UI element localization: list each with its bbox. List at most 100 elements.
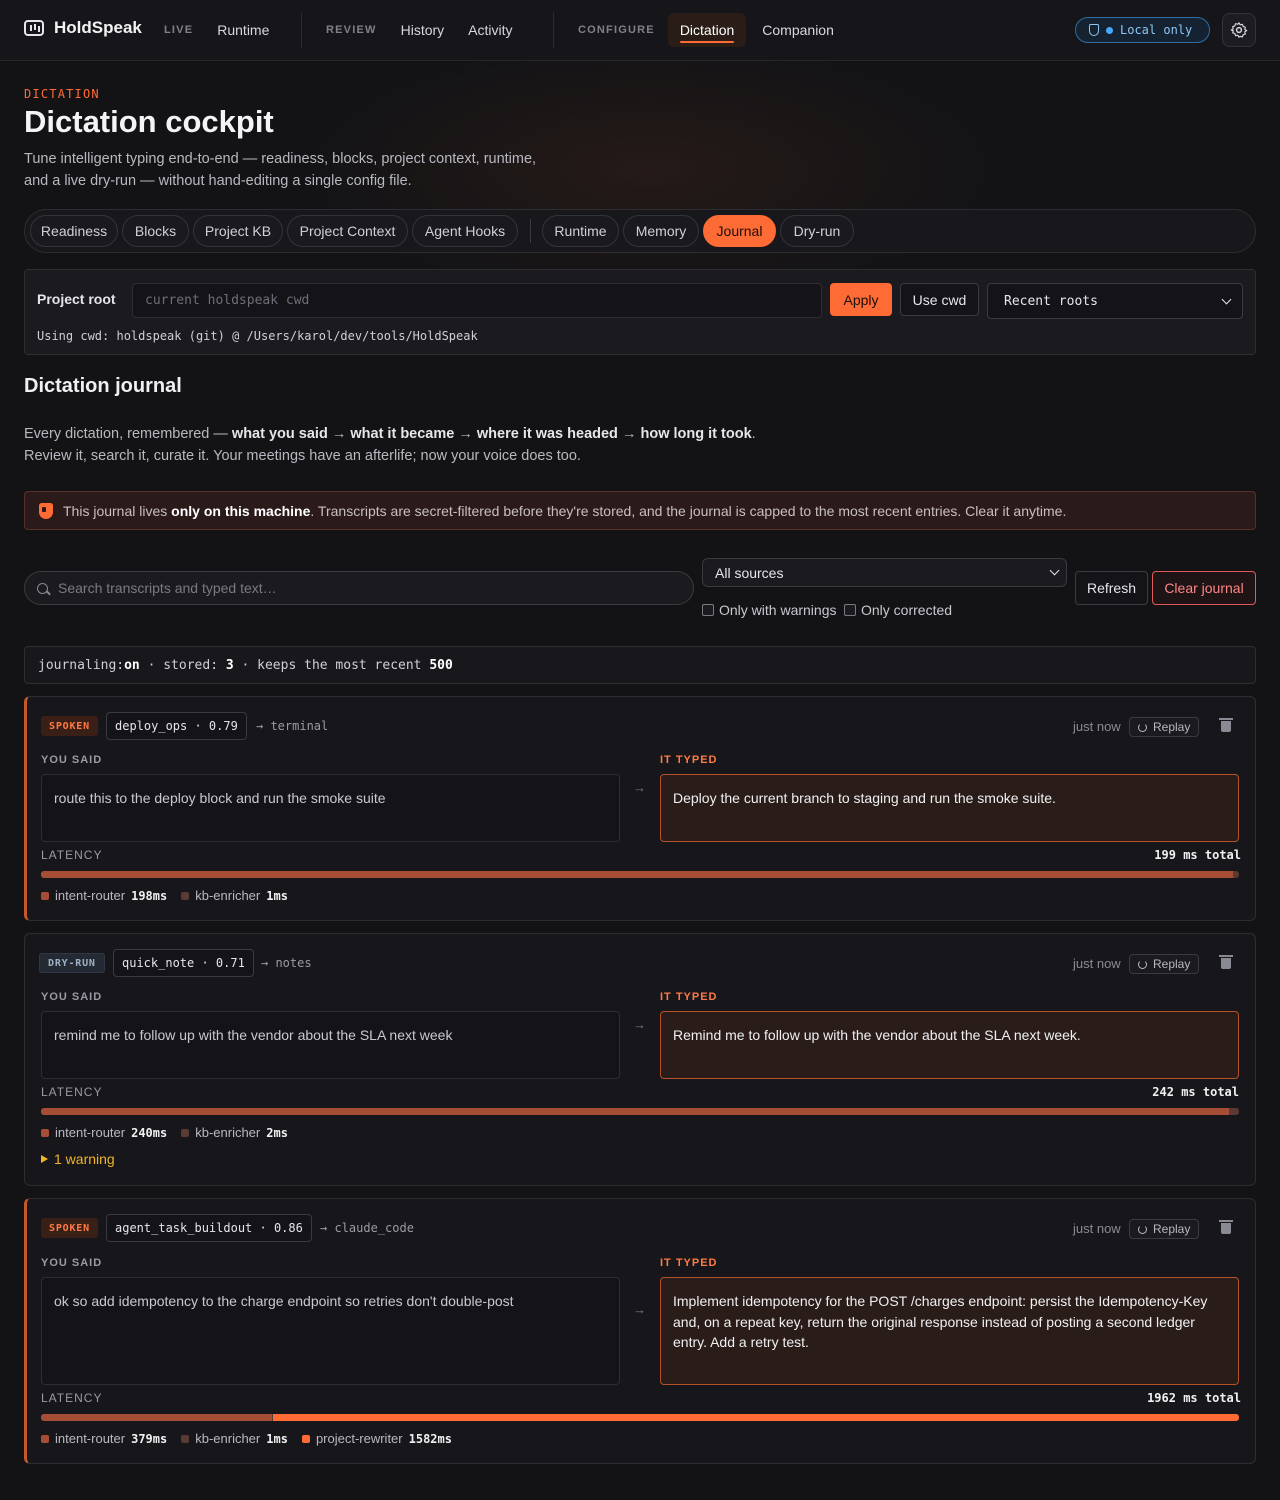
entry-timestamp: just now (1073, 956, 1121, 971)
apply-button[interactable]: Apply (830, 283, 892, 316)
journal-entry: DRY-RUN quick_note · 0.71 → notes just n… (24, 933, 1256, 1186)
project-root-input[interactable] (132, 283, 822, 318)
desc-said: what you said (231, 426, 328, 442)
legend-stage-name: kb-enricher (195, 1125, 261, 1140)
tab-runtime[interactable]: Runtime (542, 215, 619, 247)
replay-button[interactable]: Replay (1129, 717, 1200, 737)
latency-legend: intent-router 240ms kb-enricher 2ms (41, 1125, 296, 1140)
replay-icon (1138, 959, 1147, 969)
replay-icon (1138, 722, 1147, 732)
typed-text: Implement idempotency for the POST /char… (660, 1277, 1239, 1385)
latency-label: LATENCY (41, 1391, 103, 1405)
only-corrected-checkbox[interactable]: Only corrected (844, 602, 952, 618)
legend-stage-ms: 379ms (131, 1431, 168, 1446)
local-only-badge: Local only (1075, 17, 1210, 43)
page-eyebrow: DICTATION (24, 87, 100, 101)
settings-button[interactable] (1222, 13, 1256, 47)
status-dot-icon (1106, 26, 1113, 34)
nav-link-runtime[interactable]: Runtime (205, 13, 281, 47)
desc-prefix: Every dictation, remembered — (24, 426, 232, 442)
nav-link-history[interactable]: History (389, 13, 457, 47)
trash-icon[interactable] (1219, 1220, 1233, 1234)
nav-link-activity[interactable]: Activity (456, 13, 524, 47)
typed-text: Remind me to follow up with the vendor a… (660, 1011, 1239, 1079)
latency-segment-kb-enricher (1229, 1108, 1239, 1115)
legend-stage-name: intent-router (55, 1431, 126, 1446)
legend-swatch (181, 1434, 190, 1443)
project-root-label: Project root (37, 291, 116, 307)
latency-total: 1962 ms total (1147, 1391, 1241, 1405)
desc-line2: Review it, search it, curate it. Your me… (24, 448, 581, 464)
checkbox-icon[interactable] (702, 604, 714, 616)
legend-swatch (41, 1434, 49, 1443)
stats-stored-value: 3 (225, 657, 234, 673)
legend-stage-ms: 1ms (266, 1431, 288, 1446)
refresh-button[interactable]: Refresh (1075, 571, 1148, 605)
you-said-label: YOU SAID (41, 991, 103, 1003)
latency-segment-kb-enricher (1232, 871, 1239, 878)
tab-agent-hooks[interactable]: Agent Hooks (412, 215, 518, 247)
desc-became: what it became (350, 426, 455, 442)
search-input[interactable] (58, 580, 658, 596)
latency-total: 199 ms total (1154, 848, 1241, 862)
nav-divider (301, 12, 302, 48)
replay-icon (1138, 1224, 1147, 1234)
desc-arrow: → (617, 426, 641, 442)
replay-button[interactable]: Replay (1129, 954, 1200, 974)
replay-button[interactable]: Replay (1129, 1219, 1200, 1239)
entry-timestamp: just now (1073, 719, 1121, 734)
page-subtitle: Tune intelligent typing end-to-end — rea… (24, 148, 584, 192)
nav-link-dictation[interactable]: Dictation (667, 13, 747, 47)
use-cwd-button[interactable]: Use cwd (900, 283, 979, 316)
journal-entry: SPOKEN deploy_ops · 0.79 → terminal just… (24, 696, 1256, 921)
stats-journaling-label: journaling: (38, 657, 125, 673)
said-text: route this to the deploy block and run t… (41, 774, 620, 842)
brand-name: HoldSpeak (54, 18, 142, 37)
project-root-status: Using cwd: holdspeak (git) @ /Users/karo… (37, 329, 478, 343)
legend-swatch (301, 1434, 310, 1443)
only-warnings-label: Only with warnings (719, 602, 837, 618)
nav-link-companion[interactable]: Companion (750, 13, 846, 47)
tab-readiness[interactable]: Readiness (30, 215, 118, 247)
block-chip: quick_note · 0.71 (113, 949, 254, 977)
recent-roots-select[interactable]: Recent roots (987, 283, 1243, 319)
you-said-label: YOU SAID (41, 754, 103, 766)
tab-project-kb[interactable]: Project KB (193, 215, 283, 247)
sources-select[interactable]: All sources (702, 558, 1067, 587)
legend-stage-ms: 240ms (131, 1125, 168, 1140)
arrow-right-icon: → (633, 1302, 646, 1317)
clear-journal-button[interactable]: Clear journal (1152, 571, 1256, 605)
source-badge: SPOKEN (41, 716, 98, 736)
disclosure-triangle-icon (41, 1155, 48, 1163)
privacy-prefix: This journal lives (63, 502, 172, 519)
warning-toggle[interactable]: 1 warning (41, 1151, 115, 1167)
legend-stage-ms: 1ms (266, 888, 288, 903)
legend-swatch (181, 1128, 190, 1137)
source-badge: SPOKEN (41, 1218, 98, 1238)
tab-dry-run[interactable]: Dry-run (780, 215, 854, 247)
chevron-down-icon (1049, 565, 1060, 576)
only-warnings-checkbox[interactable]: Only with warnings (702, 602, 837, 618)
legend-swatch (181, 891, 190, 900)
latency-bar (41, 1414, 1239, 1421)
tab-divider (530, 219, 531, 243)
nav-group-configure: CONFIGURE Dictation Companion (578, 0, 846, 60)
tab-memory[interactable]: Memory (623, 215, 699, 247)
tab-journal[interactable]: Journal (703, 215, 776, 247)
tab-project-context[interactable]: Project Context (287, 215, 408, 247)
checkbox-icon[interactable] (844, 604, 856, 616)
block-chip: agent_task_buildout · 0.86 (106, 1214, 312, 1242)
latency-legend: intent-router 379ms kb-enricher 1ms projec… (41, 1431, 460, 1446)
privacy-suffix: . Transcripts are secret-filtered before… (310, 502, 1067, 519)
trash-icon[interactable] (1219, 955, 1233, 969)
target-app: → terminal (256, 719, 329, 733)
brand[interactable]: HoldSpeak (24, 18, 142, 38)
chevron-down-icon (1221, 294, 1232, 304)
search-field[interactable] (24, 571, 694, 605)
stats-keeps-value: 500 (429, 657, 453, 673)
trash-icon[interactable] (1219, 718, 1233, 732)
section-tabs: Readiness Blocks Project KB Project Cont… (24, 209, 1256, 253)
said-text: ok so add idempotency to the charge endp… (41, 1277, 620, 1385)
tab-blocks[interactable]: Blocks (122, 215, 189, 247)
latency-total: 242 ms total (1152, 1085, 1239, 1099)
